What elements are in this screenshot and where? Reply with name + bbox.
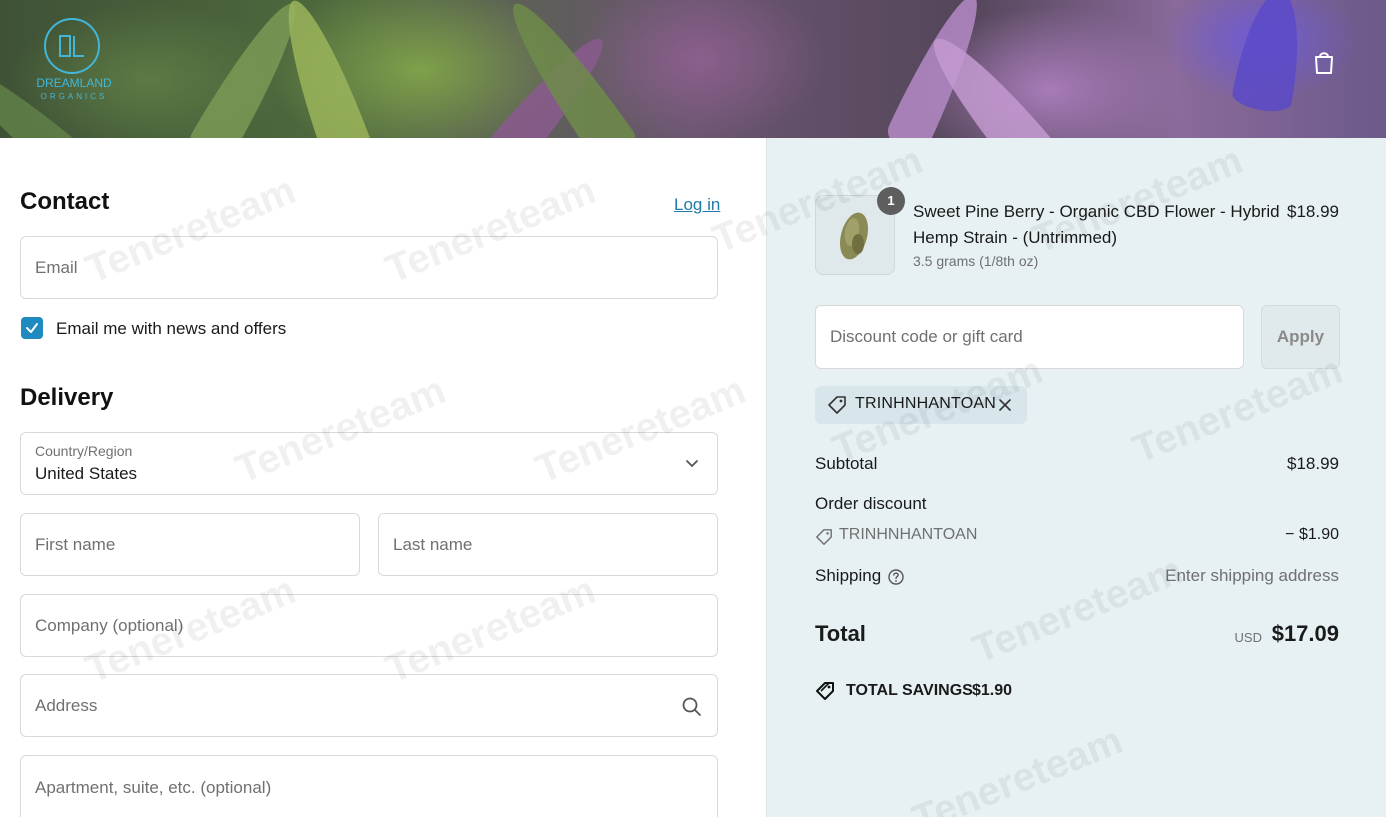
newsletter-checkbox[interactable] bbox=[21, 317, 43, 339]
apartment-field[interactable]: Apartment, suite, etc. (optional) bbox=[20, 755, 718, 817]
address-field[interactable]: Address bbox=[20, 674, 718, 737]
watermark: Tenereteam bbox=[906, 718, 1129, 817]
last-name-field[interactable]: Last name bbox=[378, 513, 718, 576]
email-placeholder: Email bbox=[35, 258, 78, 277]
watermark: Tenereteam bbox=[966, 548, 1189, 672]
address-placeholder: Address bbox=[35, 696, 98, 715]
applied-discount-chip: TRINHNHANTOAN bbox=[815, 386, 1027, 424]
product-variant: 3.5 grams (1/8th oz) bbox=[913, 253, 1039, 269]
shopping-bag-icon bbox=[1315, 52, 1333, 74]
login-link[interactable]: Log in bbox=[674, 195, 720, 215]
discount-value: − $1.90 bbox=[1285, 526, 1339, 543]
chevron-down-icon bbox=[686, 460, 698, 468]
checkmark-icon bbox=[26, 323, 38, 333]
savings-label: TOTAL SAVINGS bbox=[846, 682, 973, 699]
savings-tag-icon bbox=[816, 682, 834, 700]
logo-tagline: ORGANICS bbox=[40, 92, 108, 101]
tag-icon bbox=[816, 529, 832, 545]
company-placeholder: Company (optional) bbox=[35, 616, 184, 635]
delivery-title: Delivery bbox=[20, 384, 114, 411]
first-name-field[interactable]: First name bbox=[20, 513, 360, 576]
discount-placeholder: Discount code or gift card bbox=[830, 327, 1023, 346]
brand-logo[interactable]: DREAMLAND ORGANICS bbox=[34, 18, 114, 108]
order-summary: 1 Sweet Pine Berry - Organic CBD Flower … bbox=[707, 138, 1386, 817]
logo-wordmark: DREAMLAND bbox=[36, 76, 112, 90]
subtotal-label: Subtotal bbox=[815, 454, 878, 473]
total-label: Total bbox=[815, 621, 866, 646]
shipping-value: Enter shipping address bbox=[1165, 566, 1339, 585]
first-name-placeholder: First name bbox=[35, 535, 116, 554]
contact-title: Contact bbox=[20, 188, 110, 215]
discount-code-label: TRINHNHANTOAN bbox=[839, 526, 978, 543]
country-value: United States bbox=[35, 464, 138, 483]
total-currency: USD bbox=[1234, 630, 1262, 645]
savings-value: $1.90 bbox=[972, 682, 1013, 699]
email-field[interactable]: Email bbox=[20, 236, 718, 299]
shipping-label: Shipping bbox=[815, 566, 882, 585]
logo-ring bbox=[44, 18, 100, 74]
subtotal-value: $18.99 bbox=[1287, 454, 1339, 473]
total-value: $17.09 bbox=[1271, 621, 1339, 646]
tag-icon bbox=[828, 396, 846, 414]
discount-input[interactable]: Discount code or gift card bbox=[815, 305, 1244, 369]
country-select[interactable]: Country/Region United States bbox=[20, 432, 718, 495]
help-icon[interactable] bbox=[887, 568, 905, 586]
apply-discount-button[interactable]: Apply bbox=[1261, 305, 1340, 369]
checkout-form: Contact Log in Email Email me with news … bbox=[0, 138, 766, 817]
logo-mark-icon bbox=[59, 35, 84, 57]
last-name-placeholder: Last name bbox=[393, 535, 473, 554]
apartment-placeholder: Apartment, suite, etc. (optional) bbox=[35, 778, 272, 797]
country-label: Country/Region bbox=[35, 443, 133, 459]
product-price: $18.99 bbox=[1287, 202, 1339, 221]
header-banner: DREAMLAND ORGANICS bbox=[0, 0, 1386, 138]
product-title: Sweet Pine Berry - Organic CBD Flower - … bbox=[913, 202, 1280, 247]
remove-discount-icon[interactable] bbox=[998, 398, 1012, 412]
cart-button[interactable] bbox=[1308, 46, 1340, 78]
newsletter-label: Email me with news and offers bbox=[56, 319, 287, 338]
search-icon bbox=[682, 697, 701, 716]
quantity-badge: 1 bbox=[877, 187, 905, 215]
company-field[interactable]: Company (optional) bbox=[20, 594, 718, 657]
applied-code: TRINHNHANTOAN bbox=[855, 395, 996, 412]
order-discount-label: Order discount bbox=[815, 494, 927, 513]
flower-decoration bbox=[1230, 0, 1311, 116]
